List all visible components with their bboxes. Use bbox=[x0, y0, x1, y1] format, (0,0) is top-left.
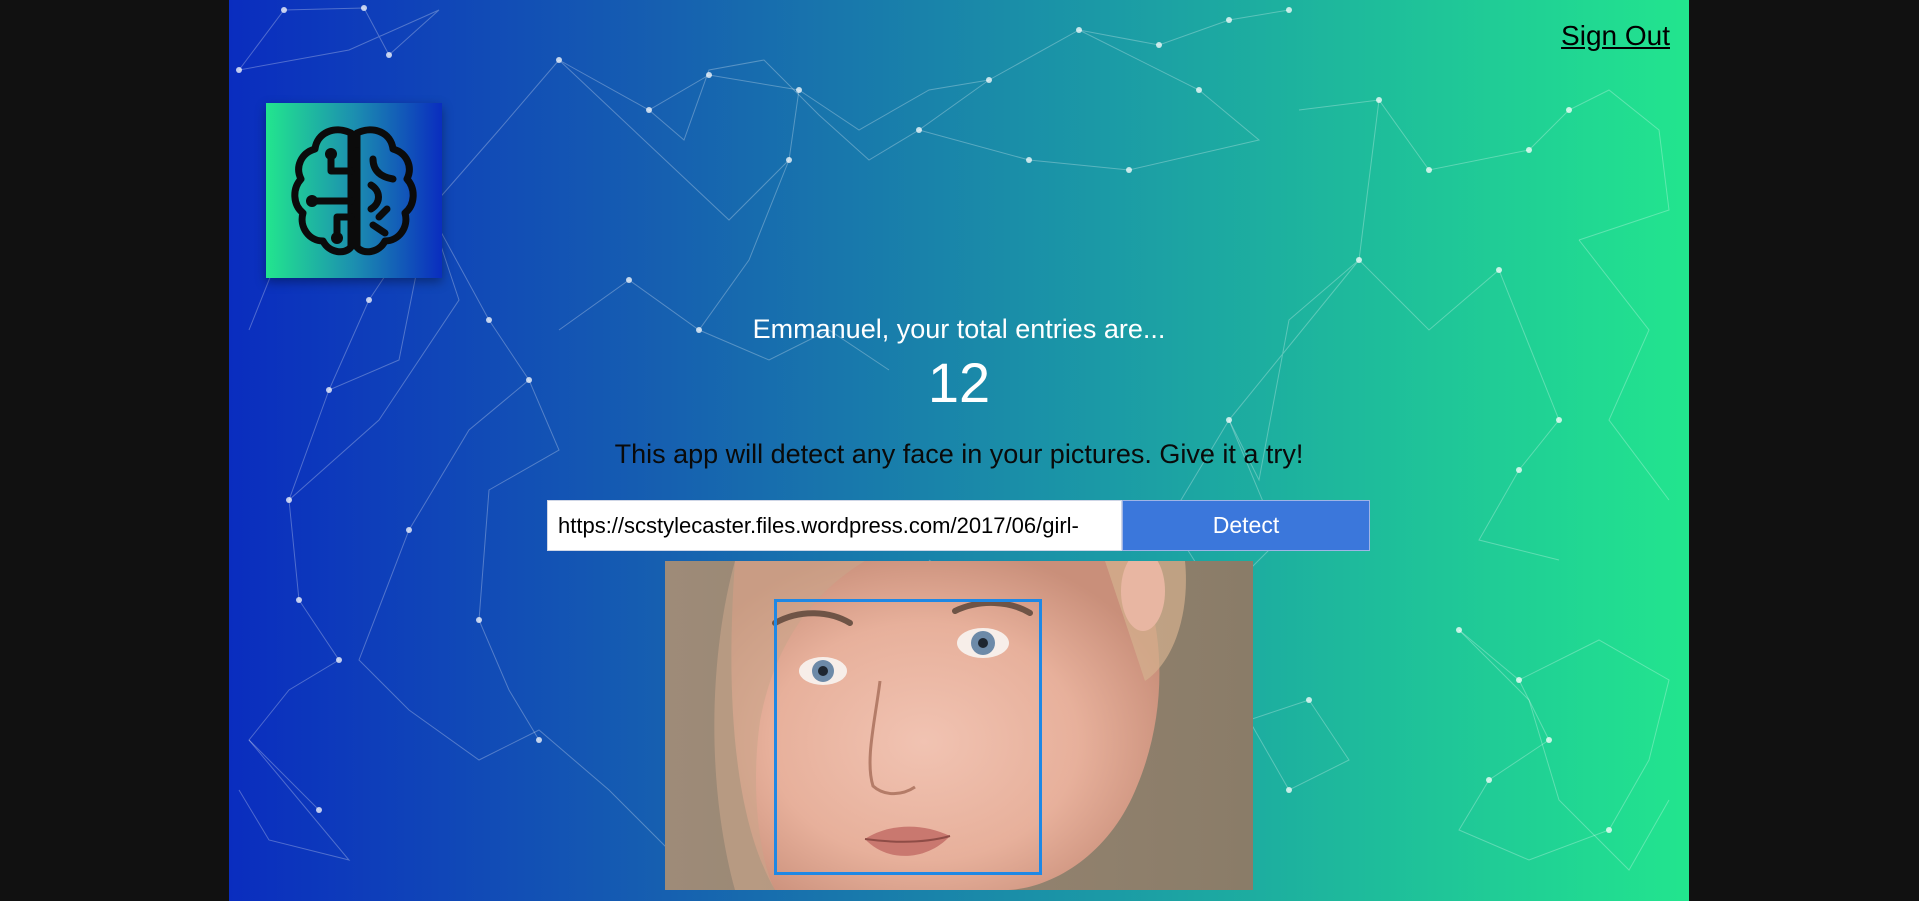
brain-icon bbox=[291, 125, 417, 255]
logo bbox=[266, 103, 442, 278]
face-bounding-box bbox=[774, 599, 1042, 875]
result-image bbox=[665, 561, 1253, 890]
entries-message: Emmanuel, your total entries are... bbox=[752, 314, 1166, 344]
sign-out-link[interactable]: Sign Out bbox=[1561, 20, 1670, 52]
entries-count: 12 bbox=[927, 351, 991, 414]
app-description: This app will detect any face in your pi… bbox=[614, 439, 1304, 469]
image-url-input[interactable] bbox=[547, 500, 1122, 551]
detect-button[interactable]: Detect bbox=[1122, 500, 1370, 551]
app-background: Sign Out Emmanuel, your total entries ar… bbox=[229, 0, 1689, 901]
image-link-form: Detect bbox=[547, 500, 1370, 551]
